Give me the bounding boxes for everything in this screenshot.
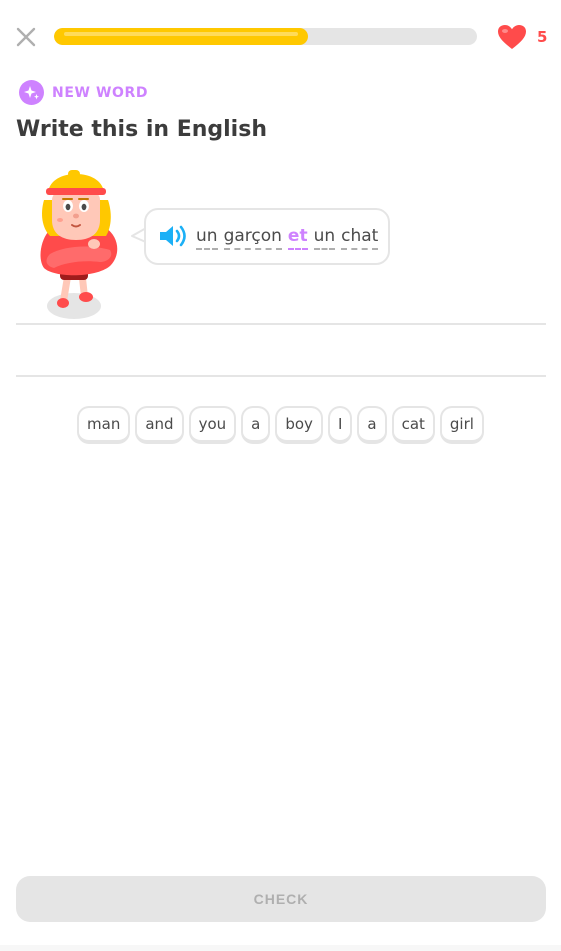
word-chip-man[interactable]: man (77, 406, 131, 444)
word-chip-a[interactable]: a (241, 406, 271, 444)
new-word-badge: NEW WORD (19, 80, 148, 105)
progress-fill (54, 28, 308, 45)
word-bank: man and you a boy I a cat girl (0, 406, 561, 444)
sparkle-icon (19, 80, 44, 105)
word-chip-boy[interactable]: boy (275, 406, 323, 444)
answer-line-bottom (16, 375, 546, 377)
badge-label: NEW WORD (52, 84, 149, 101)
word-chip-a-2[interactable]: a (357, 406, 387, 444)
answer-line-top (16, 323, 546, 325)
prompt-word-new[interactable]: et (287, 226, 308, 250)
play-audio-button[interactable] (158, 221, 190, 251)
word-chip-girl[interactable]: girl (439, 406, 484, 444)
prompt-word[interactable]: garçon (223, 226, 282, 250)
close-button[interactable] (12, 23, 40, 51)
page-title: Write this in English (16, 117, 267, 142)
prompt-sentence: un garçon et un chat (196, 226, 379, 250)
heart-icon (498, 25, 526, 49)
word-chip-i[interactable]: I (327, 406, 353, 444)
prompt-word[interactable]: un (313, 226, 336, 250)
word-chip-cat[interactable]: cat (391, 406, 435, 444)
speaker-icon (160, 225, 186, 247)
character-illustration (30, 170, 130, 322)
word-chip-and[interactable]: and (135, 406, 184, 444)
hearts-count: 5 (537, 28, 548, 46)
bottom-divider (0, 945, 561, 951)
hearts-counter[interactable]: 5 (497, 22, 547, 52)
progress-bar (54, 28, 477, 45)
check-button[interactable]: CHECK (16, 876, 546, 922)
prompt-word[interactable]: un (196, 226, 218, 250)
word-chip-you[interactable]: you (188, 406, 237, 444)
prompt-word[interactable]: chat (341, 226, 379, 250)
close-icon (16, 27, 36, 47)
